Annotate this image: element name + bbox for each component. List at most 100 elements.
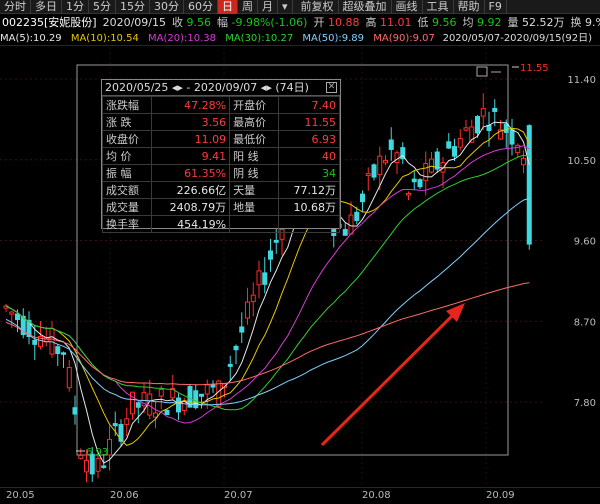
y-tick-label: 9.60 (574, 237, 596, 248)
y-tick-label: 10.50 (567, 156, 596, 167)
stat-label: 振 幅 (101, 164, 153, 182)
annotation-arrow (320, 311, 457, 447)
toolbar-item[interactable]: 1分 (62, 0, 89, 14)
toolbar-item[interactable]: 30分 (150, 0, 184, 14)
candle-body (49, 327, 55, 355)
stat-value (278, 215, 340, 233)
candle-body (480, 108, 486, 117)
stat-label: 开盘价 (229, 96, 280, 114)
candle-body (199, 393, 204, 397)
ma90-legend: MA(90):9.07 (373, 33, 435, 44)
stat-label: 均 价 (101, 147, 153, 165)
stat-label (229, 215, 280, 233)
toolbar-item[interactable]: 周 (238, 0, 258, 14)
candle-body (55, 346, 61, 354)
stat-label: 阳 线 (229, 147, 280, 165)
stat-label: 成交量 (101, 198, 153, 216)
candle-body (383, 159, 388, 164)
toolbar-item[interactable]: 超级叠加 (339, 0, 392, 14)
toolbar-item[interactable]: F9 (485, 0, 507, 14)
toolbar-item[interactable]: 工具 (423, 0, 454, 14)
ma5-legend: MA(5):10.29 (0, 33, 62, 44)
candle-body (147, 393, 153, 416)
low-label: 低 (417, 16, 429, 29)
stat-label: 最高价 (229, 113, 280, 131)
stats-row: 涨 跌 3.56 最高价 11.55 (101, 113, 340, 131)
panel-date-range: 2020/05/25 ◂▸ - 2020/09/07 ◂▸ (74日) (105, 81, 309, 94)
x-tick-label: 20.05 (6, 490, 35, 501)
toolbar-item[interactable]: 多日 (31, 0, 62, 14)
candle-body (112, 423, 118, 427)
date-axis: 20.05 20.06 20.07 20.08 20.09 (0, 487, 600, 504)
y-tick-label: 11.40 (567, 75, 596, 86)
toolbar-item[interactable]: 60分 (184, 0, 218, 14)
toolbar-item[interactable]: 前复权 (297, 0, 339, 14)
candle-body (210, 384, 216, 388)
candle-body (135, 402, 141, 408)
close-label: 收 (171, 16, 183, 29)
stat-label: 换手率 (101, 215, 153, 233)
ma30-legend: MA(30):10.27 (225, 33, 294, 44)
candle-body (371, 164, 377, 178)
stat-label: 涨 跌 (101, 113, 153, 131)
quote-date: 2020/09/15 (102, 16, 166, 29)
candle-body (250, 294, 256, 303)
close-icon[interactable]: ✕ (326, 82, 337, 93)
ma20-legend: MA(20):10.38 (148, 33, 217, 44)
stat-label: 天量 (229, 181, 280, 199)
candle-body (256, 270, 262, 286)
candle-body (101, 465, 107, 468)
candle-body (475, 116, 480, 134)
candle-body (216, 380, 222, 407)
candle-body (84, 459, 89, 473)
stats-row: 成交额 226.66亿 天量 77.12万 (101, 181, 340, 199)
ma-legend-bar: MA(5):10.29 MA(10):10.54 MA(20):10.38 MA… (0, 32, 600, 46)
candle-body (66, 367, 72, 389)
stat-value: 6.93 (278, 130, 340, 148)
toolbar-item[interactable]: 5分 (89, 0, 116, 14)
candle-body (521, 157, 526, 166)
candle-body (78, 455, 84, 459)
stat-value: 40 (278, 147, 340, 165)
stock-code-name[interactable]: 002235[安妮股份] (2, 15, 97, 31)
toolbar-item[interactable]: 月 (258, 0, 278, 14)
quote-info-bar: 002235[安妮股份] 2020/09/15 收 9.56 幅 -9.98%(… (0, 15, 600, 31)
stat-value: 2408.79万 (151, 198, 231, 216)
candle-body (463, 127, 469, 131)
candle-body (273, 239, 279, 243)
candle-body (32, 339, 38, 345)
toolbar-item[interactable]: 帮助 (454, 0, 485, 14)
open-label: 开 (313, 16, 325, 29)
toolbar-item[interactable]: 日 (218, 0, 238, 14)
stat-value: 11.09 (151, 130, 231, 148)
candle-body (130, 391, 135, 415)
stat-value: 34 (278, 164, 340, 182)
candle-body (365, 173, 371, 177)
candle-body (354, 211, 360, 221)
change-value: -9.98%(-1.06) (231, 16, 308, 29)
stat-value: 47.28% (151, 96, 231, 114)
stats-row: 涨跌幅 47.28% 开盘价 7.40 (101, 96, 340, 114)
candle-body (72, 407, 78, 415)
candle-body (262, 272, 268, 285)
toolbar-item[interactable]: 15分 (116, 0, 150, 14)
stat-value: 77.12万 (278, 181, 340, 199)
toolbar-item[interactable]: ▾ (278, 0, 293, 14)
candle-body (95, 458, 101, 472)
candle-body (503, 123, 509, 133)
high-value: 11.01 (379, 16, 412, 29)
y-tick-label: 8.70 (574, 317, 596, 328)
stat-value: 61.35% (151, 164, 231, 182)
turnover-label: 换 (570, 16, 582, 29)
stat-label: 涨跌幅 (101, 96, 153, 114)
candle-body (360, 193, 365, 203)
candle-body (452, 146, 457, 157)
candle-body (515, 144, 521, 154)
stat-label: 地量 (229, 198, 280, 216)
candle-body (239, 326, 245, 333)
stat-value: 454.19% (151, 215, 231, 233)
candle-body (434, 151, 440, 170)
toolbar-item[interactable]: 画线 (392, 0, 423, 14)
toolbar-item[interactable]: 分时 (0, 0, 31, 14)
candle-body (124, 418, 130, 425)
